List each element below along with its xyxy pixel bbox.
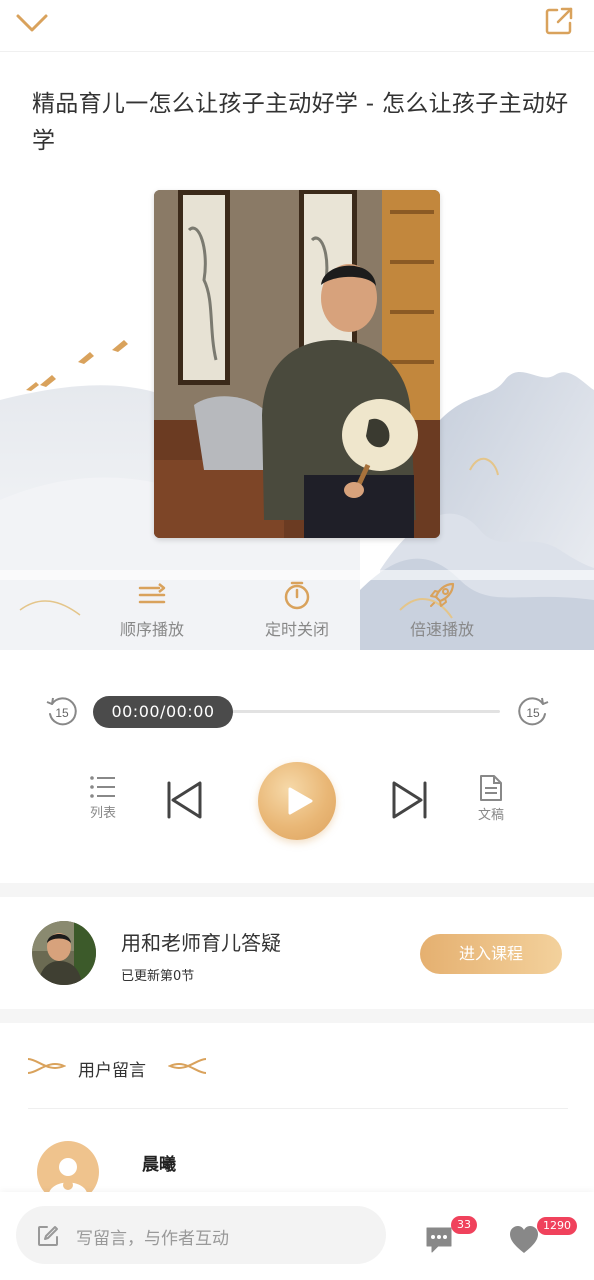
time-display[interactable]: 00:00/00:00 xyxy=(93,696,233,728)
order-play-button[interactable]: 顺序播放 xyxy=(82,580,222,640)
comments-button[interactable]: 33 xyxy=(424,1216,477,1258)
progress-row: 15 00:00/00:00 15 xyxy=(0,690,594,734)
previous-track-button[interactable] xyxy=(164,780,204,824)
page-title: 精品育儿一怎么让孩子主动好学 - 怎么让孩子主动好学 xyxy=(32,91,569,154)
skip-back-label: 15 xyxy=(55,706,69,720)
document-icon xyxy=(480,775,502,801)
comment-count-badge: 33 xyxy=(451,1216,477,1234)
playlist-label: 列表 xyxy=(89,806,116,821)
fish-ornament-icon xyxy=(27,1058,66,1074)
edit-icon xyxy=(38,1226,58,1246)
comments-title: 用户留言 xyxy=(78,1061,146,1081)
course-update-status: 已更新第0节 xyxy=(121,969,195,984)
next-track-button[interactable] xyxy=(390,780,430,824)
like-count-badge: 1290 xyxy=(537,1217,577,1235)
previous-icon xyxy=(167,781,202,819)
course-card[interactable]: 用和老师育儿答疑 已更新第0节 进入课程 xyxy=(0,897,594,1009)
next-icon xyxy=(392,781,427,819)
like-button[interactable]: 1290 xyxy=(508,1217,577,1259)
transcript-label: 文稿 xyxy=(477,808,504,823)
commenter-name: 晨曦 xyxy=(142,1155,176,1175)
divider xyxy=(28,1108,568,1109)
play-icon xyxy=(288,787,313,815)
course-name: 用和老师育儿答疑 xyxy=(121,931,281,955)
bottom-bar: 写留言，与作者互动 33 1290 xyxy=(0,1192,594,1280)
order-play-label: 顺序播放 xyxy=(119,620,184,639)
comment-input[interactable]: 写留言，与作者互动 xyxy=(16,1206,386,1264)
skip-forward-label: 15 xyxy=(526,706,540,720)
skip-back-15-icon[interactable]: 15 xyxy=(44,694,80,734)
section-divider xyxy=(0,883,594,897)
playback-controls: 列表 文稿 xyxy=(0,760,594,850)
playlist-button[interactable]: 列表 xyxy=(86,774,120,821)
fish-ornament-icon xyxy=(168,1058,207,1074)
skip-forward-15-icon[interactable]: 15 xyxy=(515,694,551,734)
list-icon xyxy=(90,776,115,798)
section-divider xyxy=(0,1009,594,1023)
speed-play-button[interactable]: 倍速播放 xyxy=(372,580,512,640)
order-play-icon xyxy=(138,583,166,604)
top-bar xyxy=(0,0,594,52)
teacher-avatar xyxy=(32,921,96,985)
comment-bubble-icon xyxy=(426,1227,452,1253)
course-cover-image xyxy=(154,190,440,538)
speed-play-label: 倍速播放 xyxy=(409,620,474,639)
timer-icon xyxy=(284,581,310,610)
comment-placeholder: 写留言，与作者互动 xyxy=(76,1229,229,1249)
timer-close-label: 定时关闭 xyxy=(264,620,329,639)
transcript-button[interactable]: 文稿 xyxy=(474,774,508,823)
play-button[interactable] xyxy=(258,762,336,840)
play-mode-row: 顺序播放 定时关闭 倍速播放 xyxy=(0,580,594,650)
share-icon[interactable] xyxy=(544,6,574,36)
timer-close-button[interactable]: 定时关闭 xyxy=(227,580,367,640)
speed-rocket-icon xyxy=(430,582,455,607)
enter-course-button[interactable]: 进入课程 xyxy=(420,934,562,974)
chevron-down-icon[interactable] xyxy=(14,8,50,36)
comments-header: 用户留言 xyxy=(0,1044,594,1090)
heart-icon xyxy=(510,1226,538,1253)
hero-area xyxy=(0,170,594,650)
